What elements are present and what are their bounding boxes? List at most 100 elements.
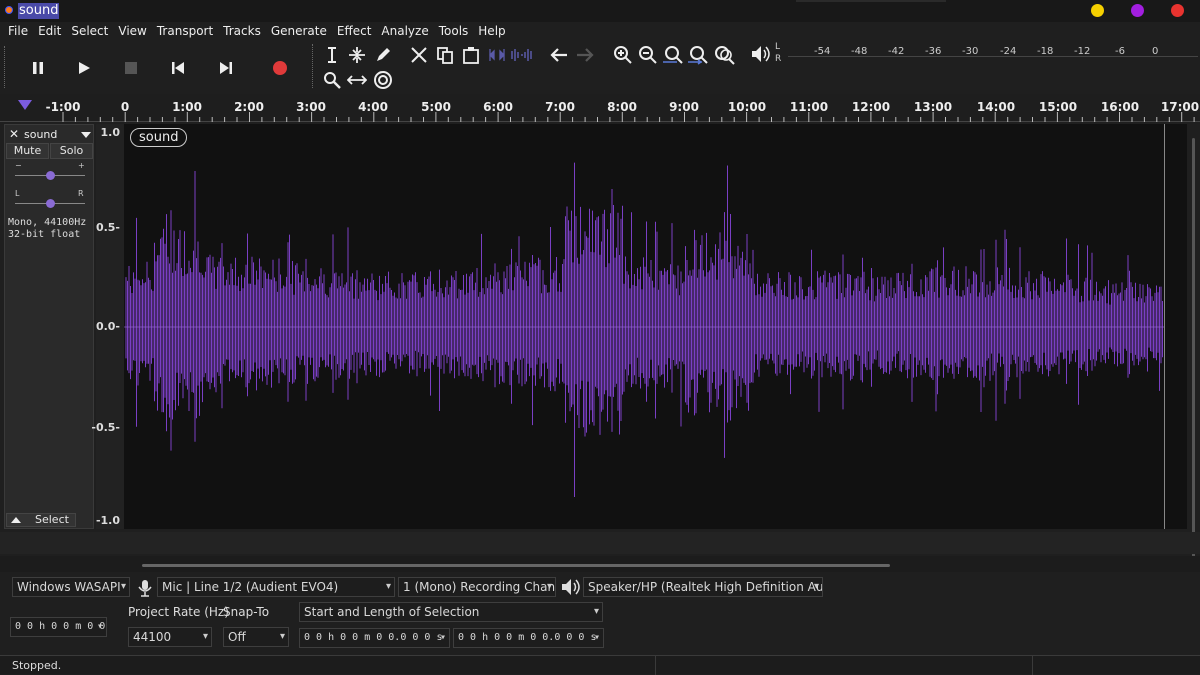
title-bar: sound	[0, 0, 1200, 22]
project-rate-value: 44100	[133, 630, 172, 644]
track-name[interactable]: sound	[24, 128, 57, 141]
copy-button[interactable]	[434, 44, 456, 66]
snap-to-select[interactable]: Off ▾	[223, 627, 289, 647]
menu-effect[interactable]: Effect	[332, 22, 377, 40]
zoom-in-button[interactable]	[612, 44, 634, 66]
menu-transport[interactable]: Transport	[152, 22, 218, 40]
ruler-label: 14:00	[976, 100, 1016, 114]
audio-position-field[interactable]: 0 0 h 0 0 m 0 0 s▾	[10, 617, 107, 637]
time-shift-tool[interactable]	[346, 69, 368, 91]
audio-host-select[interactable]: Windows WASAPI ▾	[12, 577, 130, 597]
track-bit-depth-info: 32-bit float	[8, 229, 81, 240]
chevron-down-icon: ▾	[279, 631, 285, 642]
transport-toolbar	[0, 42, 305, 92]
meter-db-label: -6	[1115, 46, 1125, 57]
meter-db-label: -24	[1000, 46, 1017, 57]
toolbar-grip[interactable]	[312, 44, 314, 88]
paste-button[interactable]	[460, 44, 482, 66]
horizontal-scrollbar-thumb[interactable]	[142, 564, 890, 567]
track-menu-chevron-down-icon[interactable]	[81, 132, 91, 138]
zoom-out-icon	[639, 46, 657, 64]
project-rate-select[interactable]: 44100 ▾	[128, 627, 212, 647]
fit-selection-button[interactable]	[662, 44, 684, 66]
trim-audio-button[interactable]	[486, 44, 508, 66]
ruler-label: 9:00	[669, 100, 699, 114]
gain-slider-thumb[interactable]	[46, 171, 55, 180]
silence-icon	[511, 49, 532, 61]
menu-select[interactable]: Select	[66, 22, 113, 40]
track-select-button[interactable]: Select	[6, 513, 76, 527]
status-divider	[655, 656, 656, 675]
project-rate-label: Project Rate (Hz)	[128, 605, 229, 619]
zoom-out-button[interactable]	[637, 44, 659, 66]
ruler-label: 17:00	[1160, 100, 1200, 114]
playback-device-select[interactable]: Speaker/HP (Realtek High Definition Audi…	[583, 577, 823, 597]
minimize-button[interactable]	[1091, 4, 1104, 17]
ruler-label: 2:00	[234, 100, 264, 114]
copy-icon	[437, 47, 453, 64]
recording-channels-select[interactable]: 1 (Mono) Recording Channе ▾	[398, 577, 556, 597]
vertical-scrollbar[interactable]	[1188, 124, 1200, 568]
speaker-icon	[562, 579, 580, 595]
record-button[interactable]	[268, 56, 292, 80]
selection-length-field[interactable]: 0 0 h 0 0 m 0 0.0 0 0 s ▾	[453, 628, 604, 648]
menu-generate[interactable]: Generate	[266, 22, 332, 40]
solo-button[interactable]: Solo	[50, 143, 93, 159]
status-text: Stopped.	[12, 659, 62, 672]
pan-slider-thumb[interactable]	[46, 199, 55, 208]
cut-button[interactable]	[408, 44, 430, 66]
menu-edit[interactable]: Edit	[33, 22, 66, 40]
menu-file[interactable]: File	[3, 22, 33, 40]
undo-button[interactable]	[548, 44, 570, 66]
menu-tools[interactable]: Tools	[434, 22, 474, 40]
recording-device-select[interactable]: Mic | Line 1/2 (Audient EVO4) ▾	[157, 577, 395, 597]
pause-button[interactable]	[26, 56, 50, 80]
toolbar-grip[interactable]	[4, 46, 6, 88]
multi-tool[interactable]	[372, 69, 394, 91]
menu-view[interactable]: View	[113, 22, 151, 40]
skip-to-end-button[interactable]	[214, 56, 238, 80]
menu-tracks[interactable]: Tracks	[218, 22, 266, 40]
selection-mode-select[interactable]: Start and Length of Selection ▾	[299, 602, 603, 622]
clip-name-label[interactable]: sound	[130, 128, 188, 147]
zoom-tool[interactable]	[321, 69, 343, 91]
silence-audio-button[interactable]	[510, 44, 532, 66]
selection-tool[interactable]	[321, 44, 343, 66]
maximize-button[interactable]	[1131, 4, 1144, 17]
scale-label: -0.5-	[91, 421, 120, 434]
play-button[interactable]	[72, 56, 96, 80]
skip-to-start-button[interactable]	[166, 56, 190, 80]
chevron-down-icon: ▾	[546, 581, 552, 592]
timeline-ruler[interactable]: -1:00 0 1:00 2:00 3:00 4:00 5:00 6:00 7:…	[0, 94, 1200, 122]
zoom-toggle-icon	[715, 46, 735, 65]
gain-plus-label: +	[78, 161, 85, 170]
horizontal-scrollbar[interactable]	[0, 556, 1200, 572]
selection-start-field[interactable]: 0 0 h 0 0 m 0 0.0 0 0 s ▾	[299, 628, 450, 648]
mute-button[interactable]: Mute	[6, 143, 49, 159]
envelope-tool[interactable]	[346, 44, 368, 66]
stop-icon	[125, 62, 137, 74]
ruler-label: 15:00	[1038, 100, 1078, 114]
track-control-panel[interactable]: ✕ sound Mute Solo − + L R Mono, 44100Hz …	[4, 124, 94, 529]
ruler-label: 1:00	[172, 100, 202, 114]
menu-help[interactable]: Help	[473, 22, 510, 40]
playback-device-value: Speaker/HP (Realtek High Definition Audi…	[588, 580, 823, 594]
close-button[interactable]	[1171, 4, 1184, 17]
track-close-icon[interactable]: ✕	[9, 127, 19, 141]
menu-analyze[interactable]: Analyze	[376, 22, 433, 40]
draw-tool[interactable]	[372, 44, 394, 66]
redo-button[interactable]	[574, 44, 596, 66]
app-icon	[5, 6, 13, 14]
meter-db-label: -18	[1037, 46, 1054, 57]
vertical-scrollbar-thumb[interactable]	[1192, 138, 1195, 568]
waveform-view[interactable]	[124, 124, 1187, 529]
waveform	[124, 162, 1164, 497]
meter-db-label: 0	[1152, 46, 1159, 57]
stop-button[interactable]	[119, 56, 143, 80]
meter-db-label: -36	[925, 46, 942, 57]
window-title: sound	[18, 3, 60, 19]
amplitude-scale[interactable]: 1.0 0.5- 0.0- -0.5- -1.0	[91, 124, 124, 529]
trim-icon	[489, 49, 505, 61]
fit-project-button[interactable]	[687, 44, 709, 66]
zoom-toggle-button[interactable]	[713, 44, 735, 66]
